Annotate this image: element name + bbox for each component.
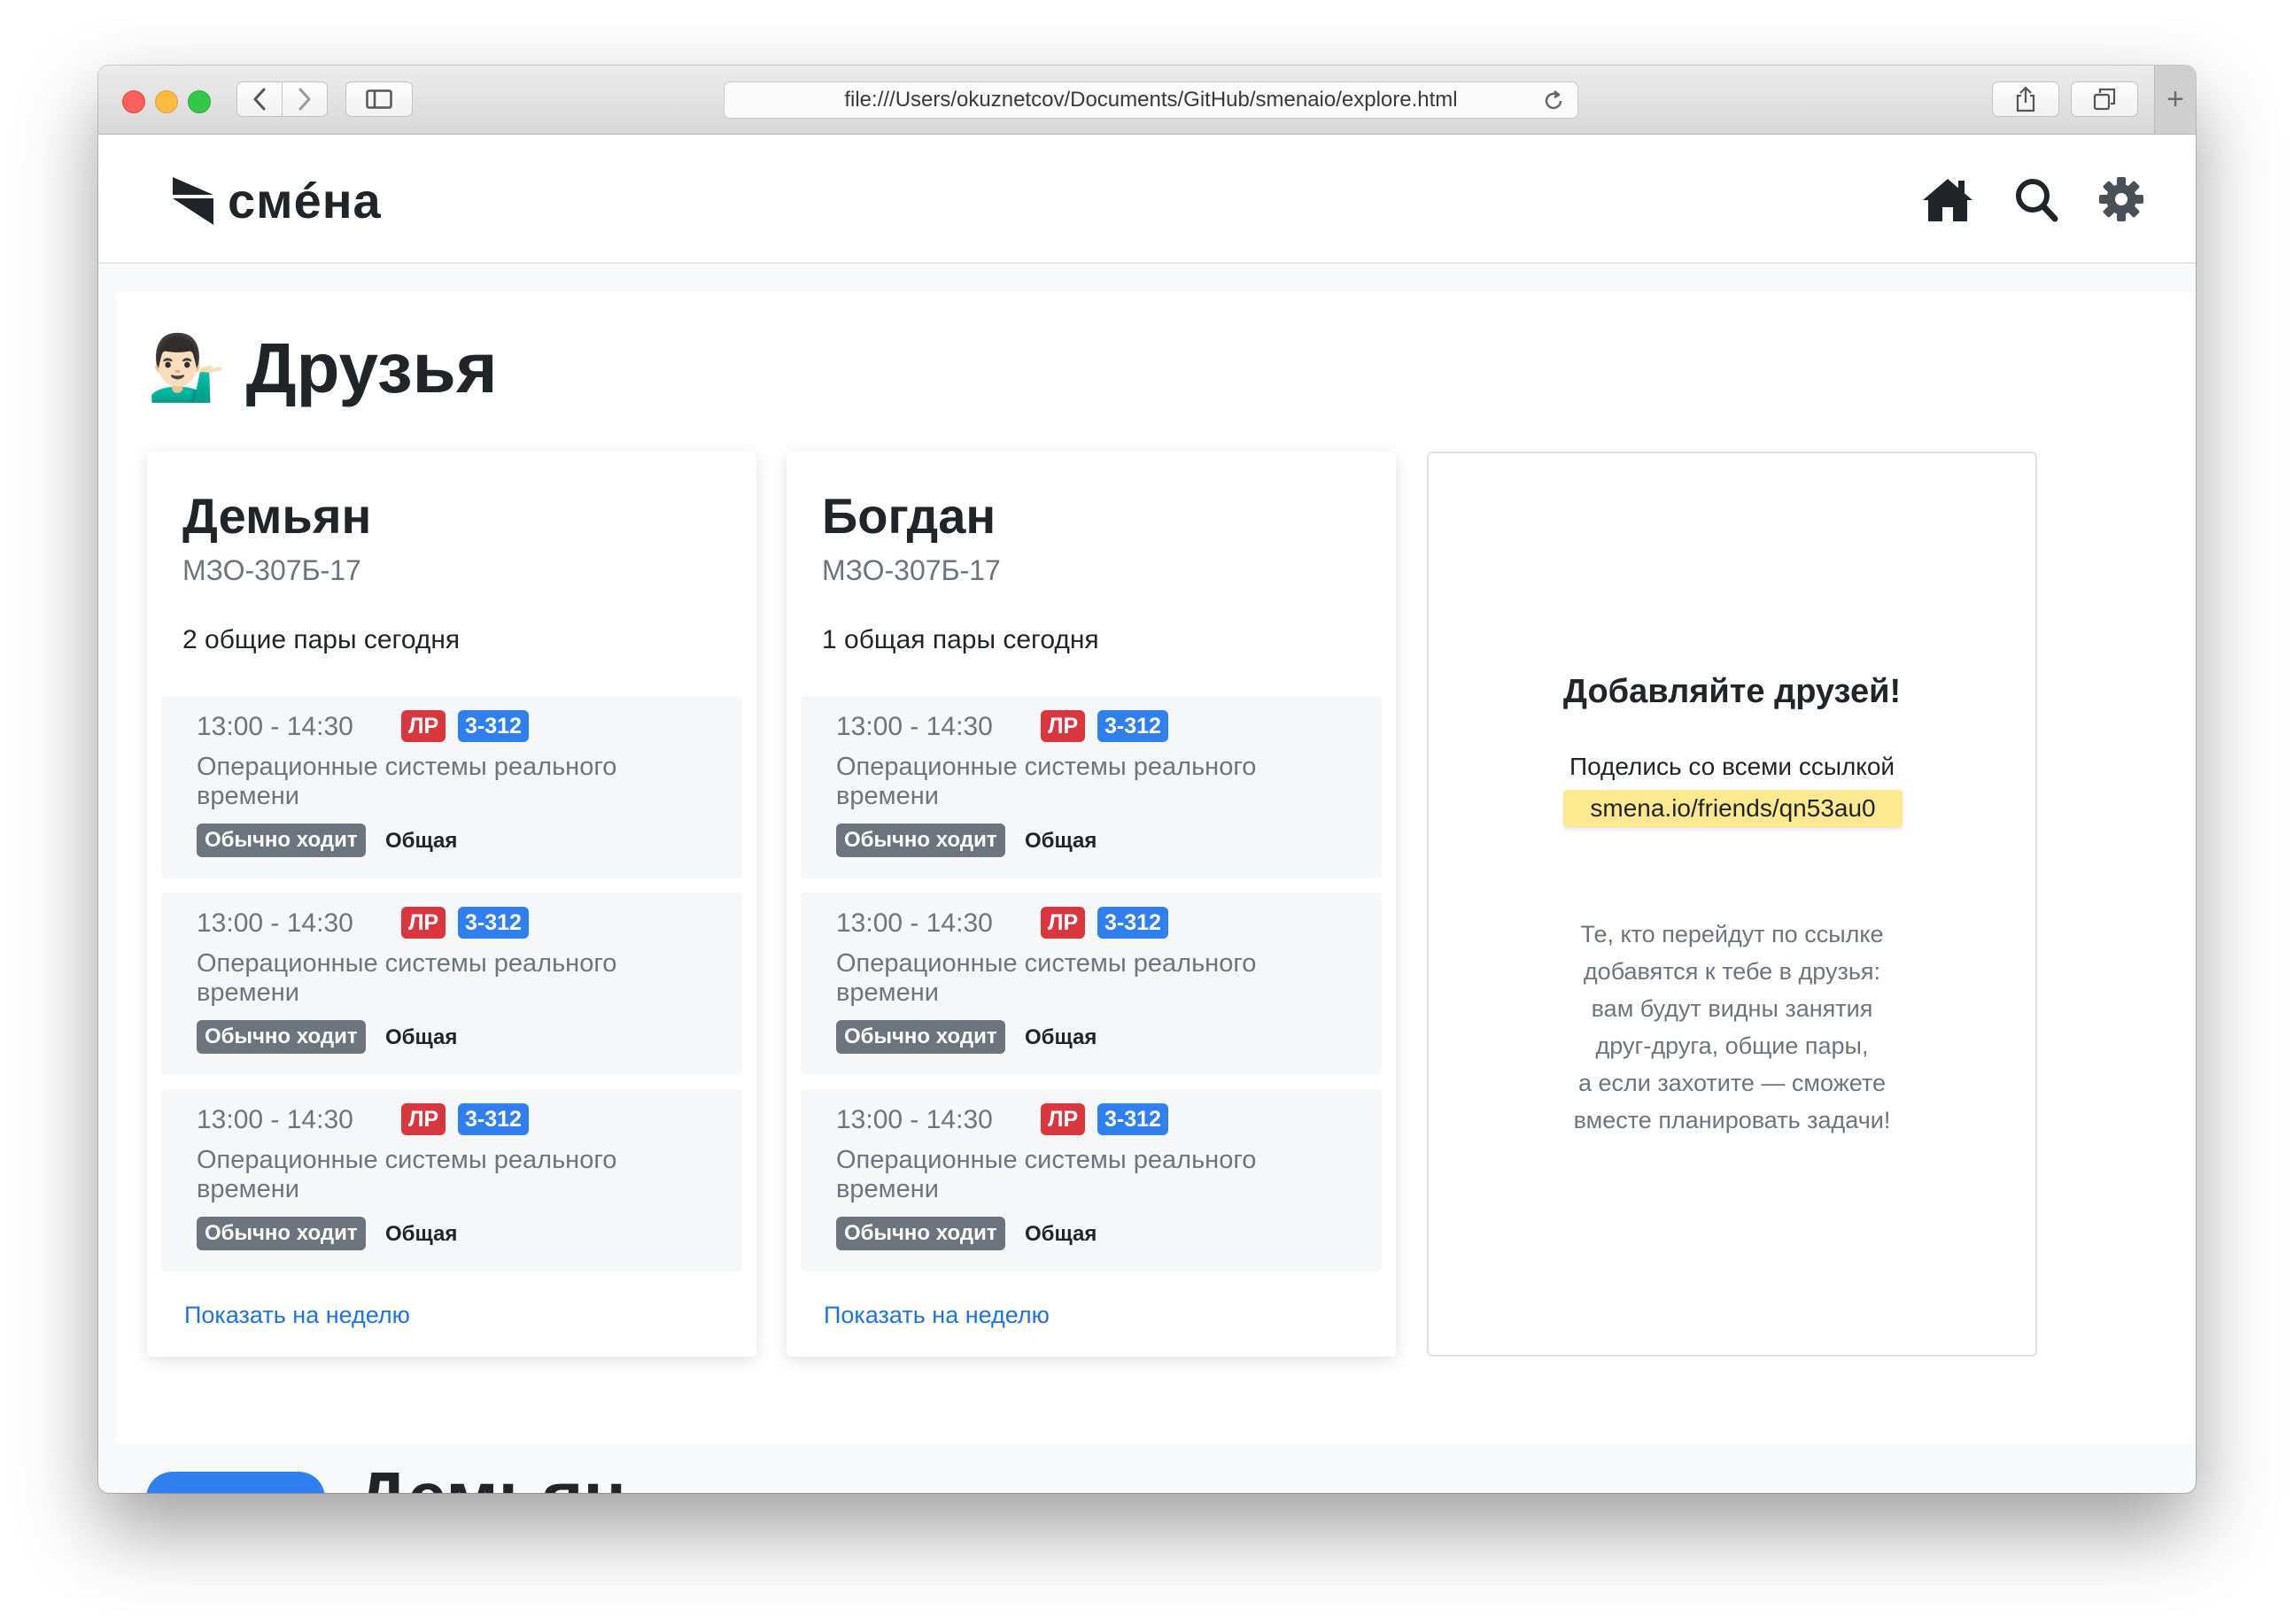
- share-icon: [2016, 86, 2035, 112]
- common-lessons-count: 1 общая пары сегодня: [822, 625, 1099, 654]
- lesson-type-badge: ЛР: [1041, 907, 1086, 939]
- back-button[interactable]: [236, 81, 283, 117]
- forward-button[interactable]: [282, 81, 328, 117]
- attendance-badge: Обычно ходит: [836, 824, 1005, 857]
- attendance-badge: Обычно ходит: [197, 1020, 366, 1054]
- friend-name: Богдан: [822, 488, 996, 544]
- lesson-title: Операционные системы реального времени: [197, 1146, 617, 1203]
- chevron-right-icon: [298, 88, 311, 111]
- brand-logo[interactable]: смéна: [171, 172, 382, 229]
- lesson-item[interactable]: 13:00 - 14:30 ЛР 3-312 Операционные сист…: [161, 1089, 742, 1272]
- lesson-title: Операционные системы реального времени: [197, 753, 617, 810]
- room-badge: 3-312: [1097, 710, 1168, 742]
- lesson-type-badge: ЛР: [401, 710, 446, 742]
- minimize-window-button[interactable]: [155, 90, 178, 113]
- search-icon[interactable]: [2014, 177, 2058, 223]
- lesson-item[interactable]: 13:00 - 14:30 ЛР 3-312 Операционные сист…: [801, 1089, 1382, 1272]
- invite-description-line: добавятся к тебе в друзья:: [1583, 958, 1881, 985]
- lesson-type-badge: ЛР: [401, 1103, 446, 1135]
- tabs-overview-button[interactable]: [2071, 81, 2138, 117]
- next-friend-name: Демьян: [356, 1449, 626, 1493]
- invite-description-line: а если захотите — сможете: [1578, 1070, 1886, 1096]
- lesson-type-badge: ЛР: [1041, 710, 1086, 742]
- lesson-time: 13:00 - 14:30: [836, 1105, 993, 1134]
- browser-window: file:///Users/okuznetcov/Documents/GitHu…: [98, 66, 2196, 1493]
- brand-name: смéна: [228, 173, 382, 228]
- attendance-badge: Обычно ходит: [197, 824, 366, 857]
- attendance-badge: Обычно ходит: [836, 1217, 1005, 1250]
- lesson-kind: Общая: [385, 1025, 458, 1049]
- tabs-icon: [2093, 88, 2116, 111]
- lesson-item[interactable]: 13:00 - 14:30 ЛР 3-312 Операционные сист…: [801, 696, 1382, 878]
- avatar-pill[interactable]: [146, 1472, 325, 1493]
- lesson-title: Операционные системы реального времени: [197, 949, 617, 1007]
- reload-icon[interactable]: [1542, 89, 1565, 112]
- room-badge: 3-312: [458, 710, 529, 742]
- invite-link[interactable]: smena.io/friends/qn53au0: [1563, 790, 1903, 827]
- page-header: 💁🏻‍♂️ Друзья: [147, 328, 498, 409]
- lesson-kind: Общая: [385, 1222, 458, 1246]
- room-badge: 3-312: [1097, 907, 1168, 939]
- friend-card: Богдан МЗО-307Б-17 1 общая пары сегодня …: [787, 452, 1396, 1357]
- show-week-link[interactable]: Показать на неделю: [184, 1302, 410, 1329]
- zoom-window-button[interactable]: [188, 90, 211, 113]
- lesson-time: 13:00 - 14:30: [197, 909, 353, 938]
- person-tipping-hand-icon: 💁🏻‍♂️: [147, 333, 227, 404]
- invite-description-line: Те, кто перейдут по ссылке: [1580, 921, 1884, 947]
- invite-description-line: вместе планировать задачи!: [1573, 1107, 1891, 1133]
- room-badge: 3-312: [1097, 1103, 1168, 1135]
- address-bar-url: file:///Users/okuznetcov/Documents/GitHu…: [844, 88, 1458, 112]
- lesson-kind: Общая: [1025, 1025, 1097, 1049]
- sidebar-toggle-button[interactable]: [345, 81, 413, 117]
- app-navbar: смéна: [98, 135, 2196, 264]
- common-lessons-count: 2 общие пары сегодня: [182, 625, 461, 654]
- address-bar[interactable]: file:///Users/okuznetcov/Documents/GitHu…: [724, 81, 1578, 119]
- share-button[interactable]: [1992, 81, 2059, 117]
- lesson-kind: Общая: [1025, 1222, 1097, 1246]
- new-tab-button[interactable]: +: [2154, 66, 2196, 134]
- chevron-left-icon: [253, 88, 266, 111]
- invite-description: Те, кто перейдут по ссылке добавятся к т…: [1429, 916, 2035, 1139]
- lesson-kind: Общая: [1025, 829, 1097, 853]
- lesson-time: 13:00 - 14:30: [836, 712, 993, 741]
- lesson-title: Операционные системы реального времени: [836, 753, 1257, 810]
- lesson-kind: Общая: [385, 829, 458, 853]
- lesson-time: 13:00 - 14:30: [197, 1105, 353, 1134]
- lesson-title: Операционные системы реального времени: [836, 949, 1257, 1007]
- lesson-type-badge: ЛР: [1041, 1103, 1086, 1135]
- lesson-time: 13:00 - 14:30: [197, 712, 353, 741]
- attendance-badge: Обычно ходит: [197, 1217, 366, 1250]
- invite-share-text: Поделись со всеми ссылкой: [1569, 753, 1895, 780]
- friend-group: МЗО-307Б-17: [822, 554, 1001, 586]
- home-icon[interactable]: [1921, 177, 1974, 223]
- lesson-time: 13:00 - 14:30: [836, 909, 993, 938]
- invite-description-line: друг-друга, общие пары,: [1595, 1032, 1869, 1059]
- room-badge: 3-312: [458, 1103, 529, 1135]
- friends-section: 💁🏻‍♂️ Друзья Демьян МЗО-307Б-17 2 общие …: [117, 292, 2196, 1443]
- friend-name: Демьян: [182, 488, 372, 544]
- show-week-link[interactable]: Показать на неделю: [824, 1302, 1050, 1329]
- invite-title: Добавляйте друзей!: [1562, 673, 1902, 710]
- attendance-badge: Обычно ходит: [836, 1020, 1005, 1054]
- friend-group: МЗО-307Б-17: [182, 554, 361, 586]
- plus-icon: +: [2166, 82, 2184, 116]
- smena-logo-icon: [173, 176, 213, 225]
- gear-icon[interactable]: [2099, 177, 2143, 221]
- page-title: Друзья: [245, 329, 498, 407]
- lesson-type-badge: ЛР: [401, 907, 446, 939]
- lesson-item[interactable]: 13:00 - 14:30 ЛР 3-312 Операционные сист…: [801, 893, 1382, 1075]
- room-badge: 3-312: [458, 907, 529, 939]
- browser-toolbar: file:///Users/okuznetcov/Documents/GitHu…: [98, 66, 2196, 135]
- friend-card: Демьян МЗО-307Б-17 2 общие пары сегодня …: [147, 452, 756, 1357]
- sidebar-icon: [366, 89, 392, 109]
- invite-description-line: вам будут видны занятия: [1591, 995, 1873, 1022]
- lesson-item[interactable]: 13:00 - 14:30 ЛР 3-312 Операционные сист…: [161, 893, 742, 1075]
- lesson-title: Операционные системы реального времени: [836, 1146, 1257, 1203]
- lesson-item[interactable]: 13:00 - 14:30 ЛР 3-312 Операционные сист…: [161, 696, 742, 878]
- close-window-button[interactable]: [122, 90, 145, 113]
- invite-card: Добавляйте друзей! Поделись со всеми ссы…: [1427, 452, 2037, 1357]
